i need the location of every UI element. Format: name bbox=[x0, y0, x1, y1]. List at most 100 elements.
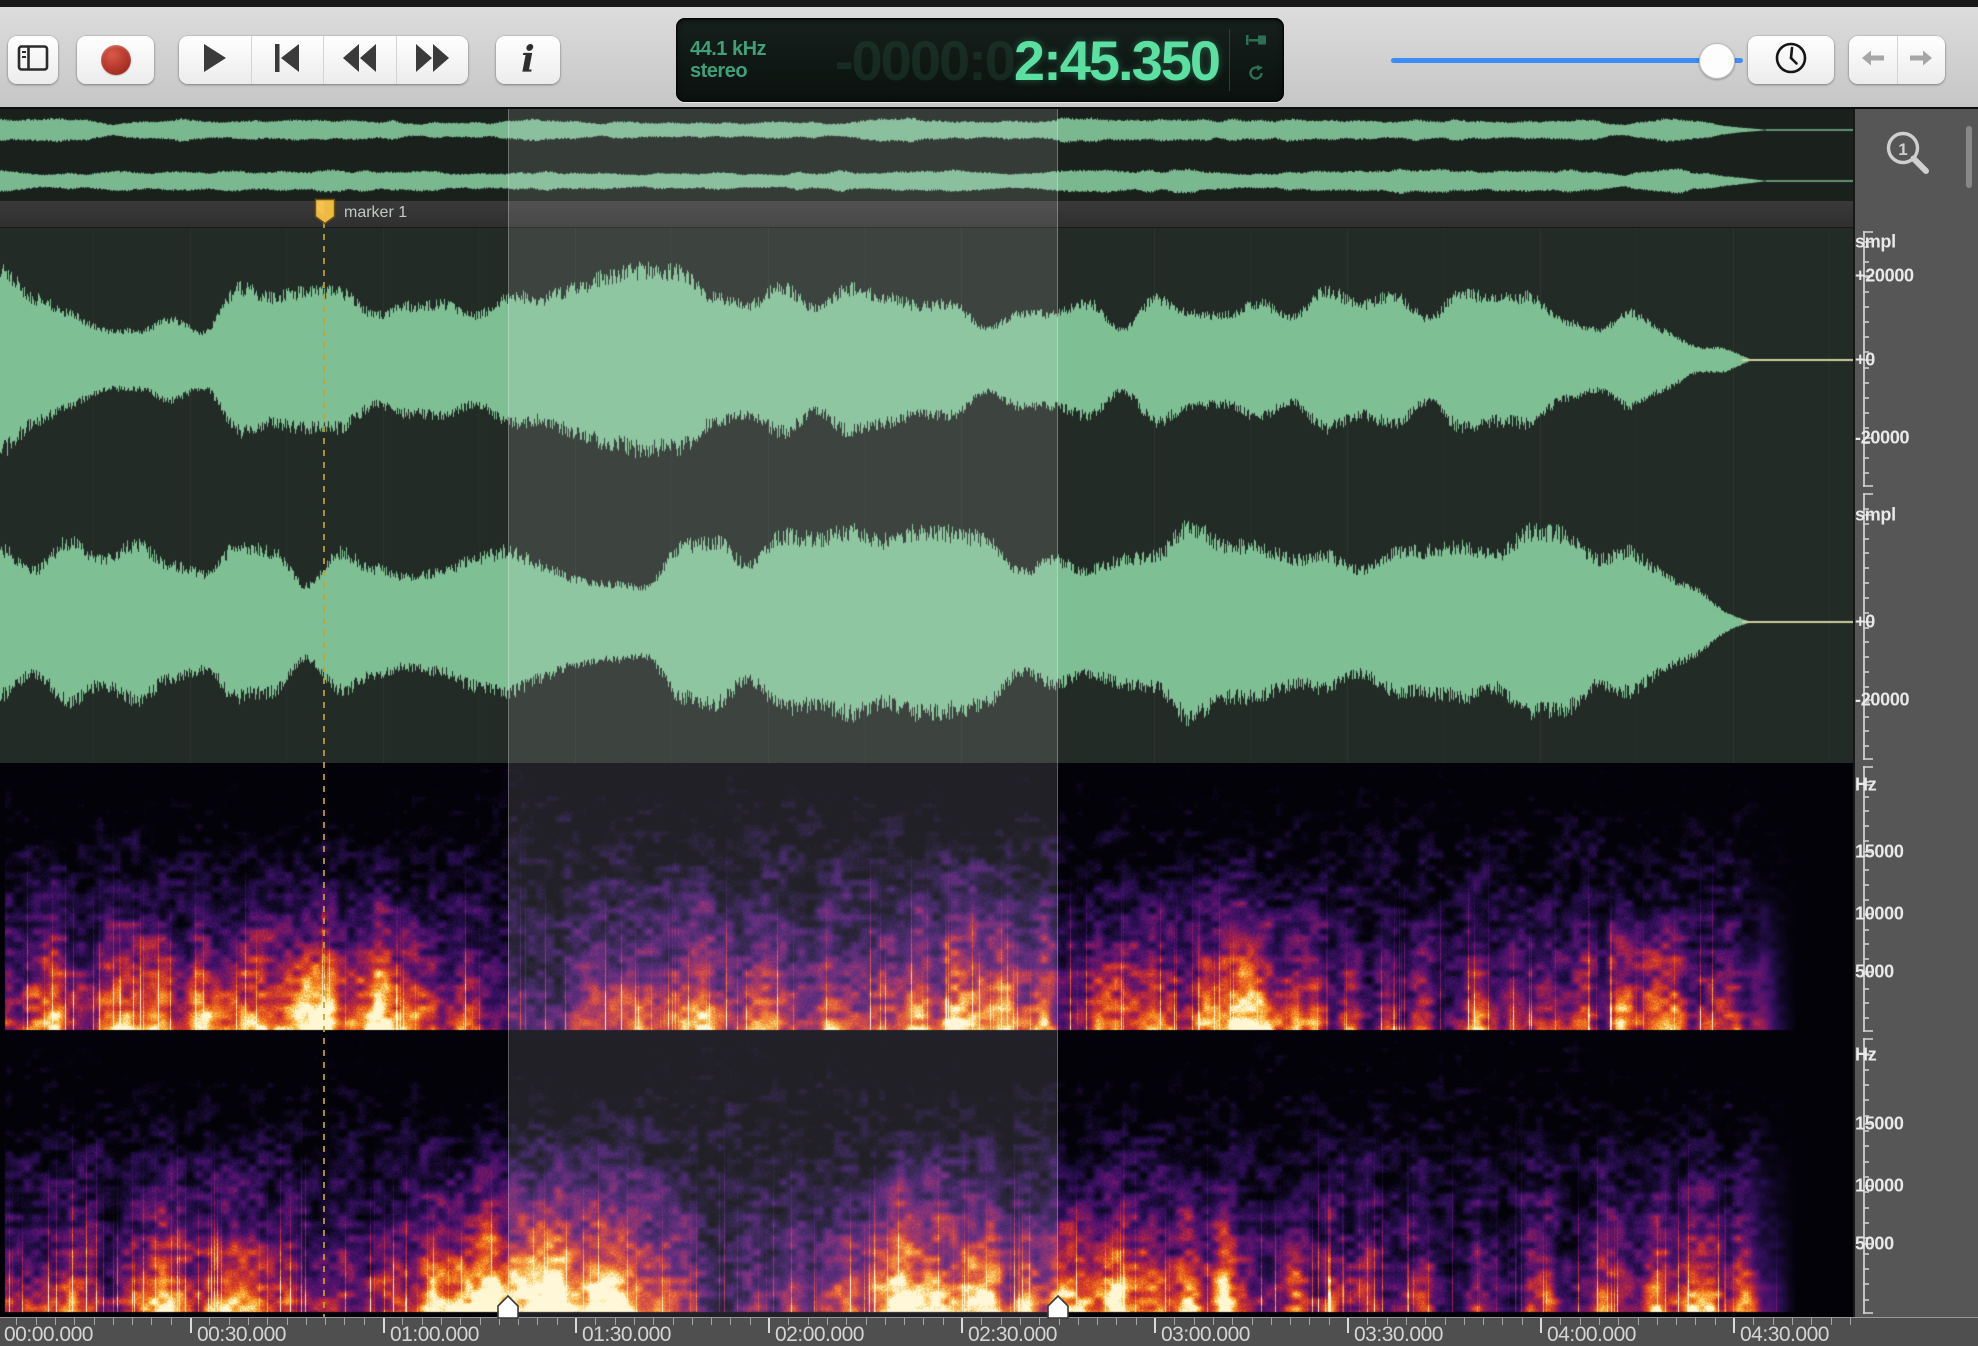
marker-line bbox=[323, 222, 325, 1317]
timeline-minor-tick bbox=[344, 1318, 346, 1325]
ruler-label: 15000 bbox=[1855, 841, 1904, 862]
timeline-minor-tick bbox=[749, 1318, 751, 1325]
lcd-divider bbox=[1229, 29, 1230, 91]
rewind-button[interactable] bbox=[323, 36, 396, 84]
timeline-minor-tick bbox=[1116, 1318, 1118, 1325]
forward-button[interactable] bbox=[1896, 36, 1946, 84]
timeline-major-tick bbox=[575, 1318, 577, 1333]
lcd-format-info: 44.1 kHz stereo bbox=[690, 38, 767, 83]
fast-forward-icon bbox=[415, 43, 450, 77]
ruler-minor-tick bbox=[1863, 306, 1869, 309]
ruler-minor-tick bbox=[1863, 321, 1869, 324]
vertical-scrollbar[interactable] bbox=[1966, 126, 1972, 188]
ruler-minor-tick bbox=[1863, 471, 1869, 474]
ruler-label: 5000 bbox=[1855, 1233, 1894, 1254]
ruler-label: -20000 bbox=[1855, 427, 1910, 448]
clock-button[interactable] bbox=[1748, 36, 1834, 84]
history-button-group bbox=[1849, 36, 1945, 84]
zoom-slider[interactable] bbox=[1391, 58, 1743, 63]
timeline-minor-tick bbox=[1251, 1318, 1253, 1325]
ruler-bracket-tick bbox=[1863, 485, 1873, 487]
timeline-minor-tick bbox=[1502, 1318, 1504, 1325]
ruler-minor-tick bbox=[1863, 1298, 1869, 1301]
ruler-minor-tick bbox=[1863, 1017, 1869, 1020]
ruler-minor-tick bbox=[1863, 685, 1869, 688]
ruler-minor-tick bbox=[1863, 261, 1869, 264]
timeline-minor-tick bbox=[325, 1318, 327, 1325]
timeline-minor-tick bbox=[1135, 1318, 1137, 1325]
timeline-minor-tick bbox=[1714, 1318, 1716, 1325]
info-button[interactable]: i bbox=[496, 36, 560, 84]
zoom-slider-thumb[interactable] bbox=[1699, 43, 1735, 79]
ruler-minor-tick bbox=[1863, 1160, 1869, 1163]
ruler-minor-tick bbox=[1863, 715, 1869, 718]
arrow-left-icon bbox=[1860, 48, 1886, 73]
timeline-minor-tick bbox=[672, 1318, 674, 1325]
ruler-label: 5000 bbox=[1855, 961, 1894, 982]
value-ruler-column[interactable]: smpl +20000 +0 -20000 smpl +0 -20000 Hz 15000 100… bbox=[1853, 109, 1978, 1346]
timeline-minor-tick bbox=[537, 1318, 539, 1325]
sidebar-toggle-icon bbox=[17, 44, 49, 77]
timeline-minor-tick bbox=[556, 1318, 558, 1325]
selection-region[interactable] bbox=[508, 109, 1058, 1317]
selection-end-handle[interactable] bbox=[1046, 1295, 1070, 1319]
ruler-minor-tick bbox=[1863, 1206, 1869, 1209]
timeline-minor-tick bbox=[1483, 1318, 1485, 1325]
timeline-label: 02:30.000 bbox=[968, 1323, 1057, 1346]
record-button[interactable] bbox=[77, 36, 154, 84]
play-icon bbox=[203, 43, 227, 77]
play-button[interactable] bbox=[179, 36, 251, 84]
ruler-bracket-tick bbox=[1863, 1030, 1873, 1032]
ruler-minor-tick bbox=[1863, 396, 1869, 399]
timeline-minor-tick bbox=[518, 1318, 520, 1325]
skip-to-start-icon bbox=[273, 43, 301, 77]
ruler-label: +0 bbox=[1855, 611, 1875, 632]
selection-start-handle[interactable] bbox=[496, 1295, 520, 1319]
zoom-level-magnifier-icon[interactable]: 1 bbox=[1882, 128, 1934, 185]
ruler-minor-tick bbox=[1863, 795, 1869, 798]
time-ruler[interactable]: 00:00.000 00:30.000 01:00.000 01:30.000 02:0… bbox=[0, 1295, 1978, 1346]
marker-label: marker 1 bbox=[344, 204, 408, 221]
time-display-lcd[interactable]: 44.1 kHz stereo -0000:0 2:45.350 bbox=[676, 18, 1284, 102]
timeline-minor-tick bbox=[865, 1318, 867, 1325]
timeline-minor-tick bbox=[363, 1318, 365, 1325]
sidebar-toggle-button[interactable] bbox=[8, 36, 58, 84]
fast-forward-button[interactable] bbox=[395, 36, 469, 84]
ruler-minor-tick bbox=[1863, 745, 1869, 748]
timeline-label: 03:30.000 bbox=[1354, 1323, 1443, 1346]
ruler-bracket-tick bbox=[1863, 1038, 1873, 1040]
timeline-minor-tick bbox=[923, 1318, 925, 1325]
timeline-label: 03:00.000 bbox=[1161, 1323, 1250, 1346]
go-to-end-icon[interactable] bbox=[1245, 33, 1267, 52]
timeline-label: 04:30.000 bbox=[1740, 1323, 1829, 1346]
timeline-minor-tick bbox=[498, 1318, 500, 1325]
timeline-minor-tick bbox=[1656, 1318, 1658, 1325]
loop-icon[interactable] bbox=[1247, 64, 1265, 87]
ruler-minor-tick bbox=[1863, 730, 1869, 733]
timeline-major-tick bbox=[961, 1318, 963, 1333]
zoom-level-value: 1 bbox=[1898, 140, 1907, 159]
timeline-minor-tick bbox=[132, 1318, 134, 1325]
ruler-minor-tick bbox=[1863, 825, 1869, 828]
skip-to-start-button[interactable] bbox=[250, 36, 324, 84]
timeline-minor-tick bbox=[170, 1318, 172, 1325]
timeline-minor-tick bbox=[1521, 1318, 1523, 1325]
ruler-bracket-tick bbox=[1863, 758, 1873, 760]
timeline-minor-tick bbox=[884, 1318, 886, 1325]
timeline-major-tick bbox=[383, 1318, 385, 1333]
ruler-minor-tick bbox=[1863, 537, 1869, 540]
ruler-label: 10000 bbox=[1855, 1175, 1904, 1196]
ruler-minor-tick bbox=[1863, 1084, 1869, 1086]
timeline-minor-tick bbox=[904, 1318, 906, 1325]
back-button[interactable] bbox=[1849, 36, 1897, 84]
timeline-minor-tick bbox=[1097, 1318, 1099, 1325]
ruler-minor-tick bbox=[1863, 456, 1869, 459]
timeline-minor-tick bbox=[1058, 1318, 1060, 1325]
timeline-label: 01:30.000 bbox=[582, 1323, 671, 1346]
timeline-minor-tick bbox=[1309, 1318, 1311, 1325]
ruler-label: +20000 bbox=[1855, 265, 1914, 286]
ruler-minor-tick bbox=[1863, 291, 1869, 294]
ruler-label: Hz bbox=[1855, 774, 1877, 795]
ruler-minor-tick bbox=[1863, 671, 1869, 673]
marker-flag-icon[interactable] bbox=[314, 198, 336, 230]
